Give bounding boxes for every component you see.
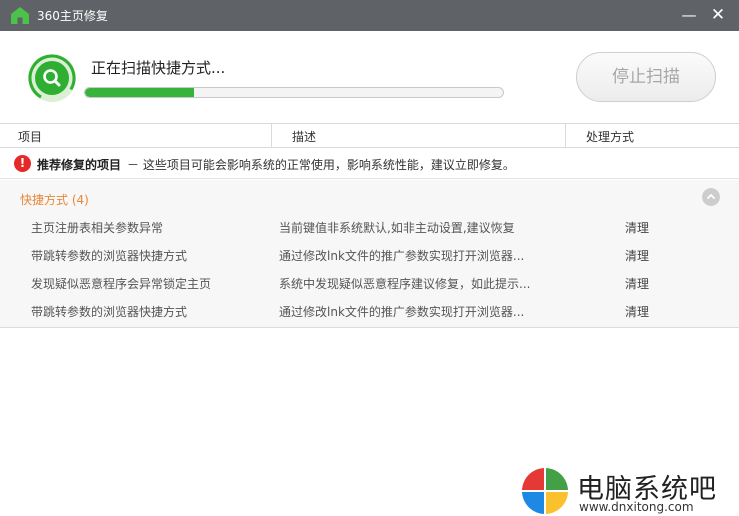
item-description: 系统中发现疑似恶意程序建议修复，如此提示... [279, 277, 531, 291]
column-header-action[interactable]: 处理方式 [586, 124, 634, 147]
chevron-up-icon[interactable] [702, 188, 720, 206]
exclamation-icon: ! [14, 155, 31, 172]
recommend-description: － 这些项目可能会影响系统的正常使用，影响系统性能，建议立即修复。 [127, 158, 515, 172]
item-action-link[interactable]: 清理 [625, 219, 649, 236]
site-watermark: 电脑系统吧 www.dnxitong.com [520, 466, 739, 516]
item-name: 带跳转参数的浏览器快捷方式 [31, 249, 188, 263]
item-name: 发现疑似恶意程序会异常锁定主页 [31, 277, 212, 291]
item-action-link[interactable]: 清理 [625, 275, 649, 292]
window-title: 360主页修复 [37, 9, 108, 23]
scan-status-text: 正在扫描快捷方式... [91, 59, 226, 77]
recommend-title: 推荐修复的项目 [37, 158, 122, 172]
title-bar: 360主页修复 — ✕ [0, 0, 739, 31]
group-title[interactable]: 快捷方式 (4) [20, 191, 89, 208]
item-action-link[interactable]: 清理 [625, 247, 649, 264]
column-divider[interactable] [565, 124, 566, 147]
item-action-link[interactable]: 清理 [625, 303, 649, 320]
item-description: 通过修改lnk文件的推广参数实现打开浏览器... [279, 305, 525, 319]
list-item[interactable]: 发现疑似恶意程序会异常锁定主页 系统中发现疑似恶意程序建议修复，如此提示... … [0, 275, 739, 303]
table-header: 项目 描述 处理方式 [0, 123, 739, 148]
scan-progress-fill [85, 88, 194, 97]
watermark-url: www.dnxitong.com [579, 500, 694, 514]
list-item[interactable]: 主页注册表相关参数异常 当前键值非系统默认,如非主动设置,建议恢复 清理 [0, 219, 739, 247]
minimize-button[interactable]: — [678, 4, 700, 26]
scan-panel: 正在扫描快捷方式... 停止扫描 [0, 31, 739, 122]
column-header-description[interactable]: 描述 [292, 124, 316, 147]
list-item[interactable]: 带跳转参数的浏览器快捷方式 通过修改lnk文件的推广参数实现打开浏览器... 清… [0, 303, 739, 331]
column-header-item[interactable]: 项目 [18, 124, 42, 147]
column-divider[interactable] [271, 124, 272, 147]
home-icon [11, 7, 29, 24]
stop-scan-button[interactable]: 停止扫描 [576, 52, 716, 102]
close-button[interactable]: ✕ [707, 4, 729, 26]
recommend-banner: ! 推荐修复的项目 － 这些项目可能会影响系统的正常使用，影响系统性能，建议立即… [0, 149, 739, 179]
list-item[interactable]: 带跳转参数的浏览器快捷方式 通过修改lnk文件的推广参数实现打开浏览器... 清… [0, 247, 739, 275]
item-name: 主页注册表相关参数异常 [31, 221, 164, 235]
windows-logo-icon [522, 468, 568, 514]
item-description: 通过修改lnk文件的推广参数实现打开浏览器... [279, 249, 525, 263]
scan-progress-bar [84, 87, 504, 98]
shortcut-group: 快捷方式 (4) 主页注册表相关参数异常 当前键值非系统默认,如非主动设置,建议… [0, 180, 739, 328]
item-description: 当前键值非系统默认,如非主动设置,建议恢复 [279, 221, 515, 235]
item-name: 带跳转参数的浏览器快捷方式 [31, 305, 188, 319]
search-icon [28, 54, 76, 102]
